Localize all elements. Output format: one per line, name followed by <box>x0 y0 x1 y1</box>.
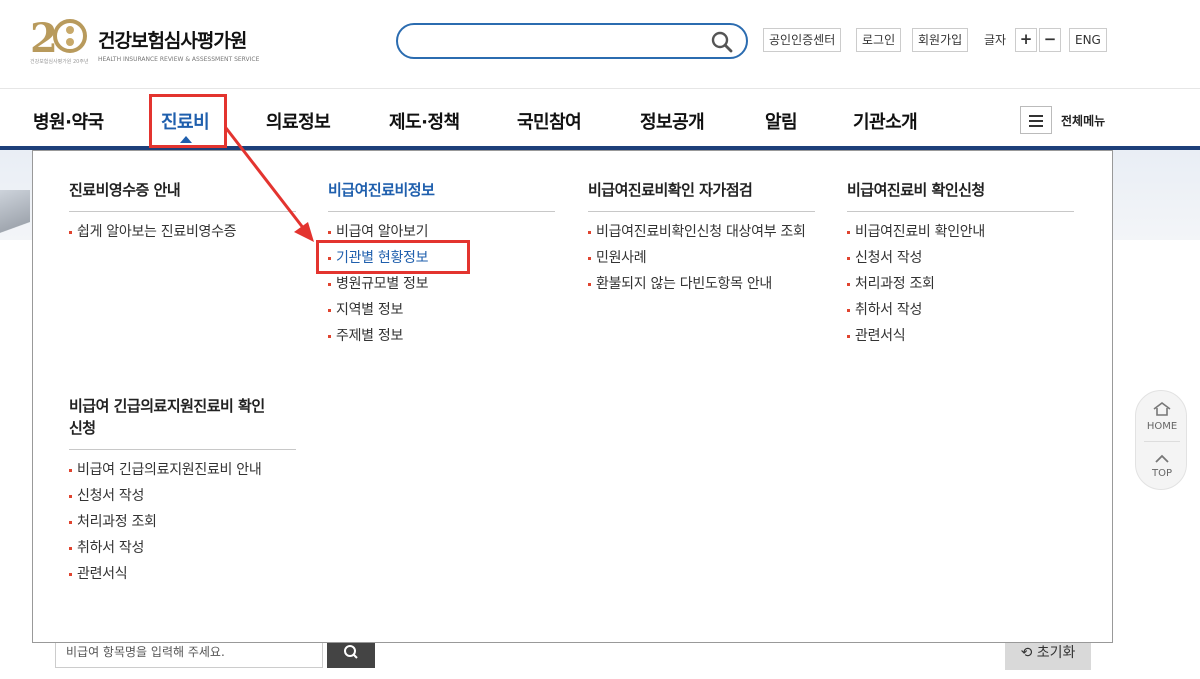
nav-hospital-pharmacy[interactable]: 병원·약국 <box>33 108 104 134</box>
home-icon <box>1153 402 1171 416</box>
quick-divider <box>1144 441 1180 442</box>
mega-menu-dropdown: 진료비영수증 안내 쉽게 알아보는 진료비영수증 비급여진료비정보 비급여 알아… <box>32 150 1113 643</box>
signup-link[interactable]: 회원가입 <box>912 28 969 52</box>
menu-link[interactable]: 민원사례 <box>588 248 815 268</box>
hamburger-icon <box>1029 115 1043 117</box>
column-divider <box>847 211 1074 212</box>
logo-subtitle: HEALTH INSURANCE REVIEW & ASSESSMENT SER… <box>98 56 260 63</box>
search-input[interactable] <box>412 31 702 53</box>
column-divider <box>69 449 296 450</box>
quick-home-button[interactable]: HOME <box>1136 401 1188 441</box>
font-increase-button[interactable]: + <box>1015 28 1037 52</box>
login-link[interactable]: 로그인 <box>856 28 902 52</box>
site-header: 2 건강보험심사평가원 HEALTH INSURANCE REVIEW & AS… <box>0 0 1200 88</box>
logo-title: 건강보험심사평가원 <box>98 30 247 52</box>
menu-link[interactable]: 취하서 작성 <box>847 300 1074 320</box>
menu-link[interactable]: 취하서 작성 <box>69 538 296 558</box>
annotation-highlight-link <box>316 240 470 274</box>
font-size-label: 글자 <box>984 33 1007 47</box>
column-divider <box>69 211 296 212</box>
nav-public-participation[interactable]: 국민참여 <box>517 108 582 134</box>
reset-label: 초기화 <box>1036 645 1076 661</box>
menu-link[interactable]: 처리과정 조회 <box>69 512 296 532</box>
nav-medical-info[interactable]: 의료정보 <box>266 108 331 134</box>
menu-link[interactable]: 비급여 알아보기 <box>328 222 555 242</box>
quick-top-button[interactable]: TOP <box>1136 449 1188 485</box>
refresh-icon: ⟲ <box>1020 645 1033 661</box>
column-title[interactable]: 진료비영수증 안내 <box>69 179 296 201</box>
column-title[interactable]: 비급여진료비 확인신청 <box>847 179 1074 201</box>
annotation-highlight-nav <box>149 94 227 148</box>
menu-link[interactable]: 환불되지 않는 다빈도항목 안내 <box>588 274 815 294</box>
nav-about[interactable]: 기관소개 <box>853 108 918 134</box>
column-divider <box>588 211 815 212</box>
column-title[interactable]: 비급여진료비정보 <box>328 179 555 201</box>
language-english-link[interactable]: ENG <box>1069 28 1107 52</box>
column-divider <box>328 211 555 212</box>
menu-link[interactable]: 비급여진료비 확인안내 <box>847 222 1074 242</box>
mega-column-confirm-request: 비급여진료비 확인신청 비급여진료비 확인안내 신청서 작성 처리과정 조회 취… <box>847 179 1074 352</box>
menu-link[interactable]: 비급여진료비확인신청 대상여부 조회 <box>588 222 815 242</box>
top-label: TOP <box>1151 468 1172 479</box>
all-menu-label[interactable]: 전체메뉴 <box>1061 112 1105 129</box>
nav-info-disclosure[interactable]: 정보공개 <box>640 108 705 134</box>
menu-link[interactable]: 관련서식 <box>69 564 296 584</box>
menu-link[interactable]: 관련서식 <box>847 326 1074 346</box>
home-label: HOME <box>1146 421 1178 432</box>
menu-link[interactable]: 신청서 작성 <box>847 248 1074 268</box>
search-icon[interactable] <box>710 30 734 54</box>
menu-link[interactable]: 주제별 정보 <box>328 326 555 346</box>
header-search <box>396 23 748 59</box>
quick-side-menu: HOME TOP <box>1135 390 1187 490</box>
site-logo[interactable]: 2 건강보험심사평가원 HEALTH INSURANCE REVIEW & AS… <box>30 12 270 68</box>
menu-link[interactable]: 지역별 정보 <box>328 300 555 320</box>
menu-link[interactable]: 병원규모별 정보 <box>328 274 555 294</box>
mega-column-receipt: 진료비영수증 안내 쉽게 알아보는 진료비영수증 <box>69 179 296 248</box>
logo-anniversary-text: 건강보험심사평가원 20주년 <box>30 59 89 65</box>
column-title[interactable]: 비급여 긴급의료지원진료비 확인신청 <box>69 395 269 439</box>
all-menu-button[interactable] <box>1020 106 1052 134</box>
cert-center-link[interactable]: 공인인증센터 <box>763 28 842 52</box>
menu-link[interactable]: 처리과정 조회 <box>847 274 1074 294</box>
menu-link[interactable]: 쉽게 알아보는 진료비영수증 <box>69 222 296 242</box>
font-decrease-button[interactable]: − <box>1039 28 1061 52</box>
mega-column-emergency-support: 비급여 긴급의료지원진료비 확인신청 비급여 긴급의료지원진료비 안내 신청서 … <box>69 395 296 590</box>
menu-link[interactable]: 신청서 작성 <box>69 486 296 506</box>
anniversary-20-logo-icon: 2 <box>30 15 87 62</box>
mega-column-self-check: 비급여진료비확인 자가점검 비급여진료비확인신청 대상여부 조회 민원사례 환불… <box>588 179 815 300</box>
nav-notice[interactable]: 알림 <box>765 108 798 134</box>
menu-link[interactable]: 비급여 긴급의료지원진료비 안내 <box>69 460 296 480</box>
chevron-up-icon <box>1155 454 1169 463</box>
column-title[interactable]: 비급여진료비확인 자가점검 <box>588 179 815 201</box>
nav-system-policy[interactable]: 제도·정책 <box>389 108 460 134</box>
